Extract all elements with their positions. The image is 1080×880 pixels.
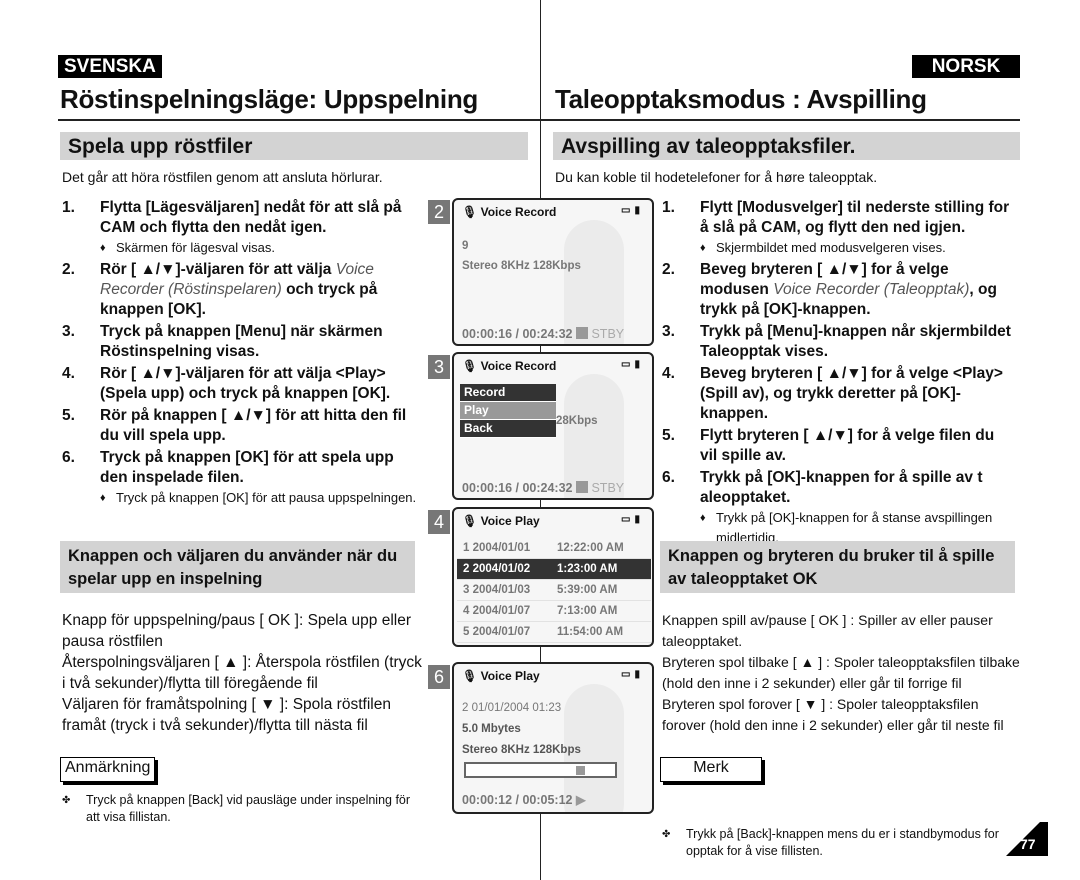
file-row[interactable]: 5 2004/01/07 11:54:00 AM [457, 622, 651, 643]
step: 4. Rör [ ▲/▼]-väljaren för att välja <Pla… [62, 365, 391, 402]
intro-left: Det går att höra röstfilen genom att ans… [62, 169, 383, 185]
note-right: Trykk på [Back]-knappen mens du er i sta… [662, 826, 1022, 860]
screen-voice-record-menu: 🎙 Voice Record ▭▮ Record Play Back 28Kbp… [452, 352, 654, 500]
step: 4. Beveg bryteren [ ▲/▼] for å velge <Pla… [662, 365, 1003, 422]
progress-marker[interactable] [576, 766, 586, 775]
file-row[interactable]: 4 2004/01/07 7:13:00 AM [457, 601, 651, 622]
mic-icon: 🎙 [462, 514, 478, 528]
file-list: 1 2004/01/01 12:22:00 AM 2 2004/01/02 1:23… [457, 538, 651, 643]
menu-item-record[interactable]: Record [460, 384, 556, 402]
controls-box-left: Knappen och väljaren du använder när du … [60, 541, 415, 593]
step: 5. Rör på knappen [ ▲/▼] för att hitta de… [62, 407, 407, 444]
controls-text-left: Knapp för uppspelning/paus [ OK ]: Spela… [62, 612, 422, 734]
page-title-norwegian: Taleopptaksmodus : Avspilling [555, 84, 927, 114]
step: 6. Trykk på [OK]-knappen for å spille av … [662, 468, 1012, 548]
title-rule [58, 119, 1020, 121]
battery-icon: ▭▮ [621, 514, 644, 525]
mic-icon: 🎙 [462, 359, 478, 373]
step: 1. Flytta [Lägesväljaren] nedåt för att s… [62, 198, 417, 258]
step: 1. Flytt [Modusvelger] til nederste still… [662, 198, 1012, 258]
language-label-norwegian: NORSK [912, 55, 1020, 78]
controls-text-right: Knappen spill av/pause [ OK ] : Spiller … [662, 612, 1020, 733]
step: 3. Tryck på knappen [Menu] när skärmen Rö… [62, 323, 383, 360]
battery-icon: ▭▮ [621, 359, 644, 370]
screen-number: 2 [428, 200, 450, 224]
step: 2. Rör [ ▲/▼]-väljaren för att välja Voic… [62, 261, 378, 318]
language-label-swedish: SVENSKA [58, 55, 162, 78]
progress-bar[interactable] [464, 762, 617, 778]
screen-voice-play-list: 🎙 Voice Play ▭▮ 1 2004/01/01 12:22:00 AM … [452, 507, 654, 647]
note-left: Tryck på knappen [Back] vid pausläge und… [62, 792, 422, 826]
battery-icon: ▭▮ [621, 205, 644, 216]
mic-icon: 🎙 [462, 669, 478, 683]
step: 5. Flytt bryteren [ ▲/▼] for å velge file… [662, 427, 995, 464]
screen-voice-play: 🎙 Voice Play ▭▮ 2 01/01/2004 01:23 5.0 M… [452, 662, 654, 814]
steps-right: 1. Flytt [Modusvelger] til nederste still… [662, 198, 1012, 550]
section-title-right: Avspilling av taleopptaksfiler. [553, 132, 1020, 160]
note-label-left: Anmärkning [60, 757, 156, 782]
mic-icon: 🎙 Voice Record [462, 205, 557, 219]
step: 3. Trykk på [Menu]-knappen når skjermbild… [662, 323, 1011, 360]
scroll-down-icon[interactable]: ▼ [462, 643, 472, 645]
screen-number: 4 [428, 510, 450, 534]
intro-right: Du kan koble til hodetelefoner for å hør… [555, 169, 878, 185]
file-row[interactable]: 3 2004/01/03 5:39:00 AM [457, 580, 651, 601]
battery-icon: ▭▮ [621, 669, 644, 680]
page-number: 77 [1020, 836, 1036, 852]
menu-item-back[interactable]: Back [460, 420, 556, 438]
step: 2. Beveg bryteren [ ▲/▼] for å velge modu… [662, 261, 997, 318]
controls-box-right: Knappen og bryteren du bruker til å spil… [660, 541, 1015, 593]
screen-number: 3 [428, 355, 450, 379]
screen-number: 6 [428, 665, 450, 689]
steps-left: 1. Flytta [Lägesväljaren] nedåt för att s… [62, 198, 417, 510]
note-label-right: Merk [660, 757, 762, 782]
popup-menu: Record Play Back [460, 384, 556, 438]
page-title-swedish: Röstinspelningsläge: Uppspelning [60, 84, 478, 114]
menu-item-play[interactable]: Play [460, 402, 556, 420]
file-row-selected[interactable]: 2 2004/01/02 1:23:00 AM [457, 559, 651, 580]
play-icon: ▶ [575, 793, 586, 807]
section-title-left: Spela upp röstfiler [60, 132, 528, 160]
file-row[interactable]: 1 2004/01/01 12:22:00 AM [457, 538, 651, 559]
screen-voice-record: 🎙 Voice Record ▭▮ 9 Stereo 8KHz 128Kbps … [452, 198, 654, 346]
step: 6. Tryck på knappen [OK] för att spela up… [62, 448, 417, 508]
